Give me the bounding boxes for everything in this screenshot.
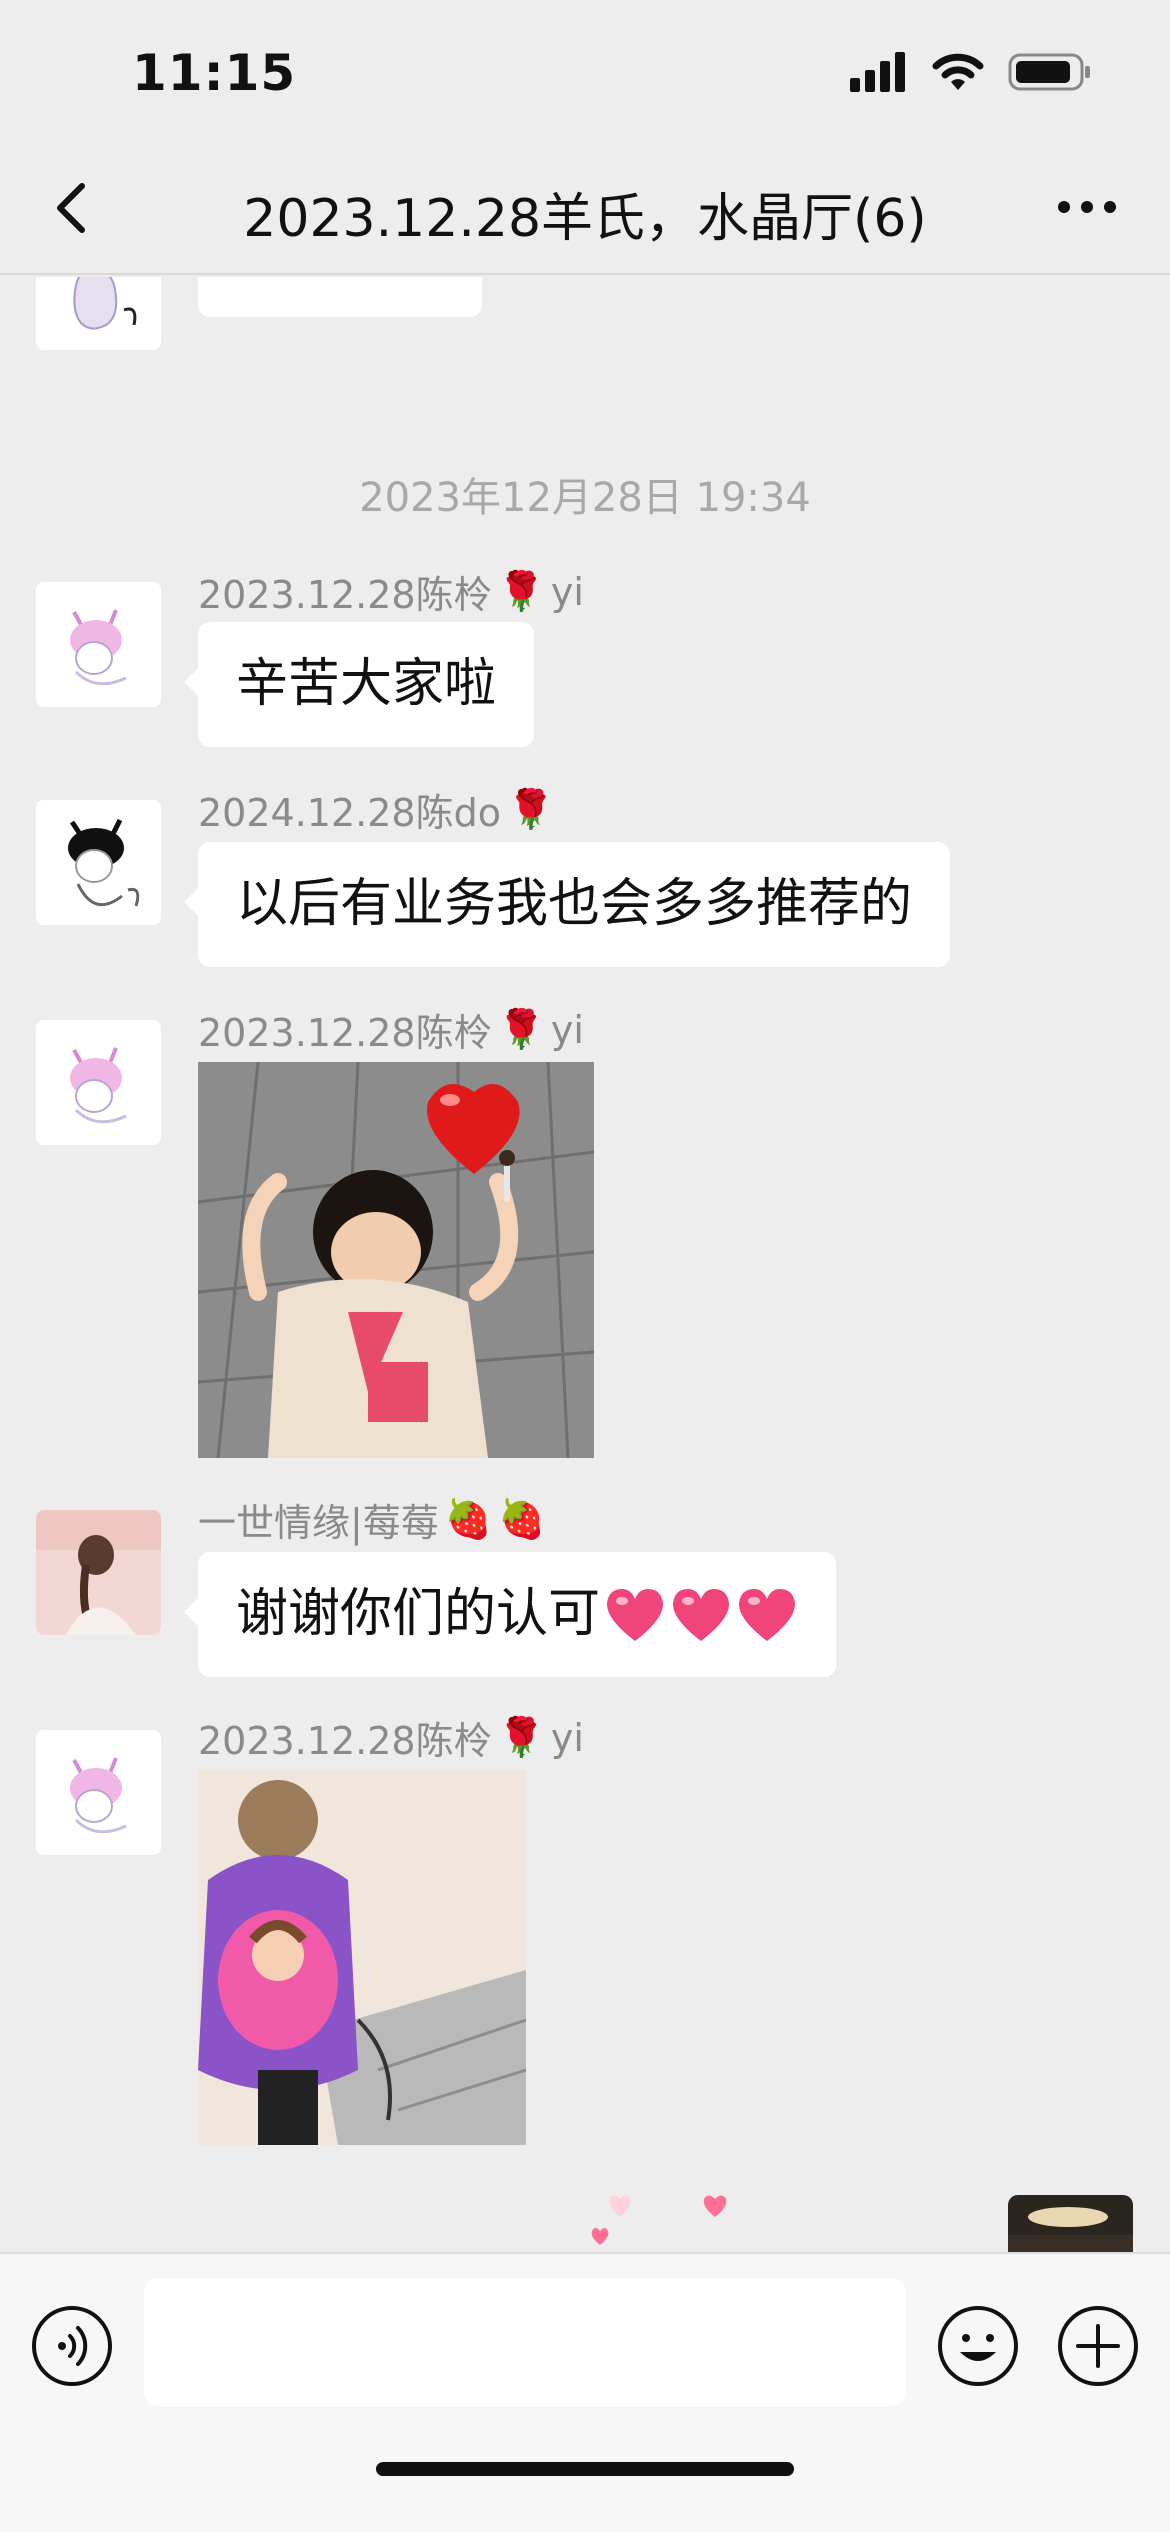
image-message[interactable] xyxy=(198,1062,594,1458)
timestamp: 2023年12月28日 19:34 xyxy=(359,475,811,521)
strawberry-icon: 🍓 xyxy=(498,1497,546,1541)
backpack-monkey-sticker xyxy=(198,1770,526,2145)
heart-icon xyxy=(738,1588,796,1641)
floating-thumbnail[interactable] xyxy=(1008,2195,1133,2252)
rose-icon: 🌹 xyxy=(497,1007,545,1051)
input-bar xyxy=(0,2252,1170,2532)
avatar-illustration xyxy=(36,1020,161,1145)
chat-screen: 11:15 2023.12.28羊氏，水晶厅(6) 2023年12月28日 19… xyxy=(0,0,1170,2532)
chat-title: 2023.12.28羊氏，水晶厅(6) xyxy=(243,189,927,249)
message-list[interactable]: 谢谢谢谢 2023年12月28日 19:34 2023.12.28陈柃 🌹 yi… xyxy=(0,277,1170,2252)
avatar-illustration xyxy=(36,1730,161,1855)
avatar[interactable] xyxy=(36,800,161,925)
avatar-photo xyxy=(36,1510,161,1635)
wifi-icon xyxy=(932,53,984,90)
thumbnail-image xyxy=(1008,2195,1133,2252)
avatar[interactable] xyxy=(36,1020,161,1145)
sender-name: 2024.12.28陈do 🌹 xyxy=(198,787,555,835)
battery-icon xyxy=(1008,53,1090,91)
voice-icon[interactable] xyxy=(30,2304,114,2388)
heart-icon xyxy=(606,1588,664,1641)
message-bubble[interactable]: 以后有业务我也会多多推荐的 xyxy=(183,842,951,967)
message-bubble[interactable]: 辛苦大家啦 xyxy=(183,622,535,747)
message-bubble[interactable]: 谢谢谢谢 xyxy=(198,277,483,317)
strawberry-icon: 🍓 xyxy=(444,1497,493,1541)
signal-icon xyxy=(850,52,905,92)
more-icon[interactable] xyxy=(1056,192,1118,222)
sender-name: 2023.12.28陈柃 🌹 yi xyxy=(198,569,584,617)
avatar[interactable] xyxy=(36,1730,161,1855)
avatar-illustration xyxy=(36,800,161,925)
status-bar: 11:15 xyxy=(0,0,1170,150)
message-input[interactable] xyxy=(144,2278,906,2406)
image-message[interactable] xyxy=(198,1770,526,2145)
message-text: 谢谢谢谢 xyxy=(236,277,444,317)
rose-icon: 🌹 xyxy=(506,787,555,831)
plus-icon[interactable] xyxy=(1056,2304,1140,2388)
heart-icon xyxy=(672,1588,730,1641)
sender-name: 2023.12.28陈柃 🌹 yi xyxy=(198,1715,584,1763)
avatar-illustration xyxy=(36,277,161,350)
avatar[interactable] xyxy=(36,277,161,350)
rose-icon: 🌹 xyxy=(497,569,545,613)
emoji-icon[interactable] xyxy=(936,2304,1020,2388)
status-time: 11:15 xyxy=(132,44,297,102)
home-indicator xyxy=(376,2462,794,2476)
message-bubble[interactable]: 谢谢你们的认可 xyxy=(183,1552,837,1677)
status-icons xyxy=(850,52,1092,92)
sender-name: 一世情缘|莓莓 🍓 🍓 xyxy=(198,1497,546,1545)
message-text: 谢谢你们的认可 xyxy=(236,1584,601,1644)
avatar-illustration xyxy=(36,582,161,707)
avatar[interactable] xyxy=(36,1510,161,1635)
avatar[interactable] xyxy=(36,582,161,707)
message-text: 以后有业务我也会多多推荐的 xyxy=(236,874,913,934)
back-icon[interactable] xyxy=(44,178,104,238)
nav-bar: 2023.12.28羊氏，水晶厅(6) xyxy=(0,150,1170,275)
sender-name: 2023.12.28陈柃 🌹 yi xyxy=(198,1007,584,1055)
girl-heart-sticker xyxy=(198,1062,594,1458)
message-text: 辛苦大家啦 xyxy=(236,654,497,714)
rose-icon: 🌹 xyxy=(497,1715,545,1759)
floating-hearts xyxy=(591,2195,727,2245)
